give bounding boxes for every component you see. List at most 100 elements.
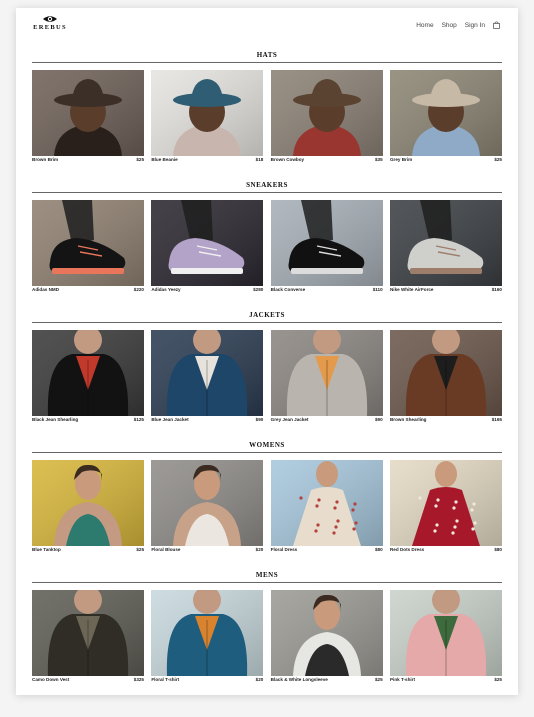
product-name: Camo Down Vest [32,677,70,682]
product-image[interactable] [270,200,383,286]
section-title[interactable]: JACKETS [32,310,502,320]
section-title[interactable]: MENS [32,570,502,580]
product-caption: Adidas Yeezy $280 [151,287,263,293]
product-photo [151,330,264,416]
product-price: $18 [255,157,264,162]
product-image[interactable] [151,330,264,416]
product-name: Brown Shearling [389,417,427,422]
product-image[interactable] [389,200,502,286]
product-card[interactable]: Blue Beanie $18 [151,70,264,163]
product-price: $20 [255,677,264,682]
product-image[interactable] [389,590,502,676]
product-price: $80 [374,547,383,552]
product-card[interactable]: Black Jean Shearling $125 [32,330,144,423]
section-divider [32,582,502,583]
product-image[interactable] [270,70,383,156]
product-photo [270,70,383,156]
product-photo [32,590,144,676]
section-divider [32,192,502,193]
product-card[interactable]: Adidas Yeezy $280 [151,200,264,293]
product-photo [32,460,144,546]
product-photo [32,330,144,416]
product-photo [270,590,383,676]
product-price: $90 [255,417,264,422]
product-grid: Black Jean Shearling $125 Blue Jean Jacket… [32,330,502,423]
product-image[interactable] [270,460,383,546]
product-caption: Blue Beanie $18 [151,157,263,163]
product-name: Floral T-shirt [151,677,180,682]
product-photo [389,460,502,546]
bag-icon[interactable] [493,21,500,29]
product-image[interactable] [32,590,144,676]
product-card[interactable]: Floral Dress $80 [270,460,383,553]
nav-signin-link[interactable]: Sign In [465,22,485,29]
product-card[interactable]: Brown Cowboy $35 [270,70,383,163]
product-image[interactable] [32,460,144,546]
product-name: Brown Cowboy [270,157,305,162]
product-caption: Black Jean Shearling $125 [32,417,144,423]
section-title[interactable]: HATS [32,50,502,60]
product-image[interactable] [151,200,264,286]
product-image[interactable] [151,70,264,156]
product-name: Red Dots Dress [389,547,425,552]
product-caption: Floral T-shirt $20 [151,677,263,683]
product-card[interactable]: Black & White Longsleeve $25 [270,590,383,683]
product-card[interactable]: Red Dots Dress $80 [389,460,502,553]
product-card[interactable]: Adidas NMD $220 [32,200,144,293]
product-card[interactable]: Grey Jean Jacket $90 [270,330,383,423]
section-title[interactable]: WOMENS [32,440,502,450]
product-card[interactable]: Black Converse $110 [270,200,383,293]
product-image[interactable] [270,330,383,416]
product-name: Black & White Longsleeve [270,677,328,682]
product-name: Adidas Yeezy [151,287,181,292]
product-price: $25 [494,677,502,682]
product-photo [151,200,264,286]
product-image[interactable] [389,330,502,416]
product-name: Grey Jean Jacket [270,417,309,422]
product-caption: Black Converse $110 [271,287,383,293]
product-caption: Pink T-shirt $25 [390,677,502,683]
product-card[interactable]: Floral Blouse $20 [151,460,264,553]
product-name: Floral Blouse [151,547,181,552]
product-price: $110 [372,287,383,292]
product-image[interactable] [32,330,144,416]
product-photo [270,200,383,286]
product-image[interactable] [151,590,264,676]
product-card[interactable]: Blue Jean Jacket $90 [151,330,264,423]
product-image[interactable] [389,460,502,546]
product-card[interactable]: Grey Brim $25 [389,70,502,163]
product-photo [32,70,144,156]
product-card[interactable]: Pink T-shirt $25 [389,590,502,683]
product-photo [270,330,383,416]
product-price: $20 [255,547,264,552]
product-card[interactable]: Brown Brim $25 [32,70,144,163]
main-nav: Home Shop Sign In [416,21,500,29]
product-card[interactable]: Nike White AirForce $160 [389,200,502,293]
product-image[interactable] [270,590,383,676]
product-price: $280 [253,287,264,292]
product-image[interactable] [151,460,264,546]
product-grid: Blue Tanktop $25 Floral Blouse $20 Floral Dr… [32,460,502,553]
product-name: Blue Beanie [151,157,178,162]
product-card[interactable]: Brown Shearling $165 [389,330,502,423]
product-caption: Brown Cowboy $35 [271,157,383,163]
product-card[interactable]: Blue Tanktop $25 [32,460,144,553]
section-sneakers: SNEAKERS Adidas NMD $220 Adidas Yeezy $280 Bl… [32,180,502,293]
product-name: Blue Jean Jacket [151,417,189,422]
product-card[interactable]: Camo Down Vest $325 [32,590,144,683]
section-divider [32,322,502,323]
product-image[interactable] [32,200,144,286]
product-grid: Brown Brim $25 Blue Beanie $18 Brown Cowboy $… [32,70,502,163]
product-image[interactable] [389,70,502,156]
nav-home-link[interactable]: Home [416,22,433,29]
section-title[interactable]: SNEAKERS [32,180,502,190]
brand-logo[interactable]: EREBUS [32,15,68,31]
product-photo [151,590,264,676]
product-image[interactable] [32,70,144,156]
product-name: Grey Brim [389,157,413,162]
nav-shop-link[interactable]: Shop [442,22,457,29]
product-card[interactable]: Floral T-shirt $20 [151,590,264,683]
product-name: Adidas NMD [32,287,60,292]
product-price: $25 [136,547,144,552]
product-photo [32,200,144,286]
